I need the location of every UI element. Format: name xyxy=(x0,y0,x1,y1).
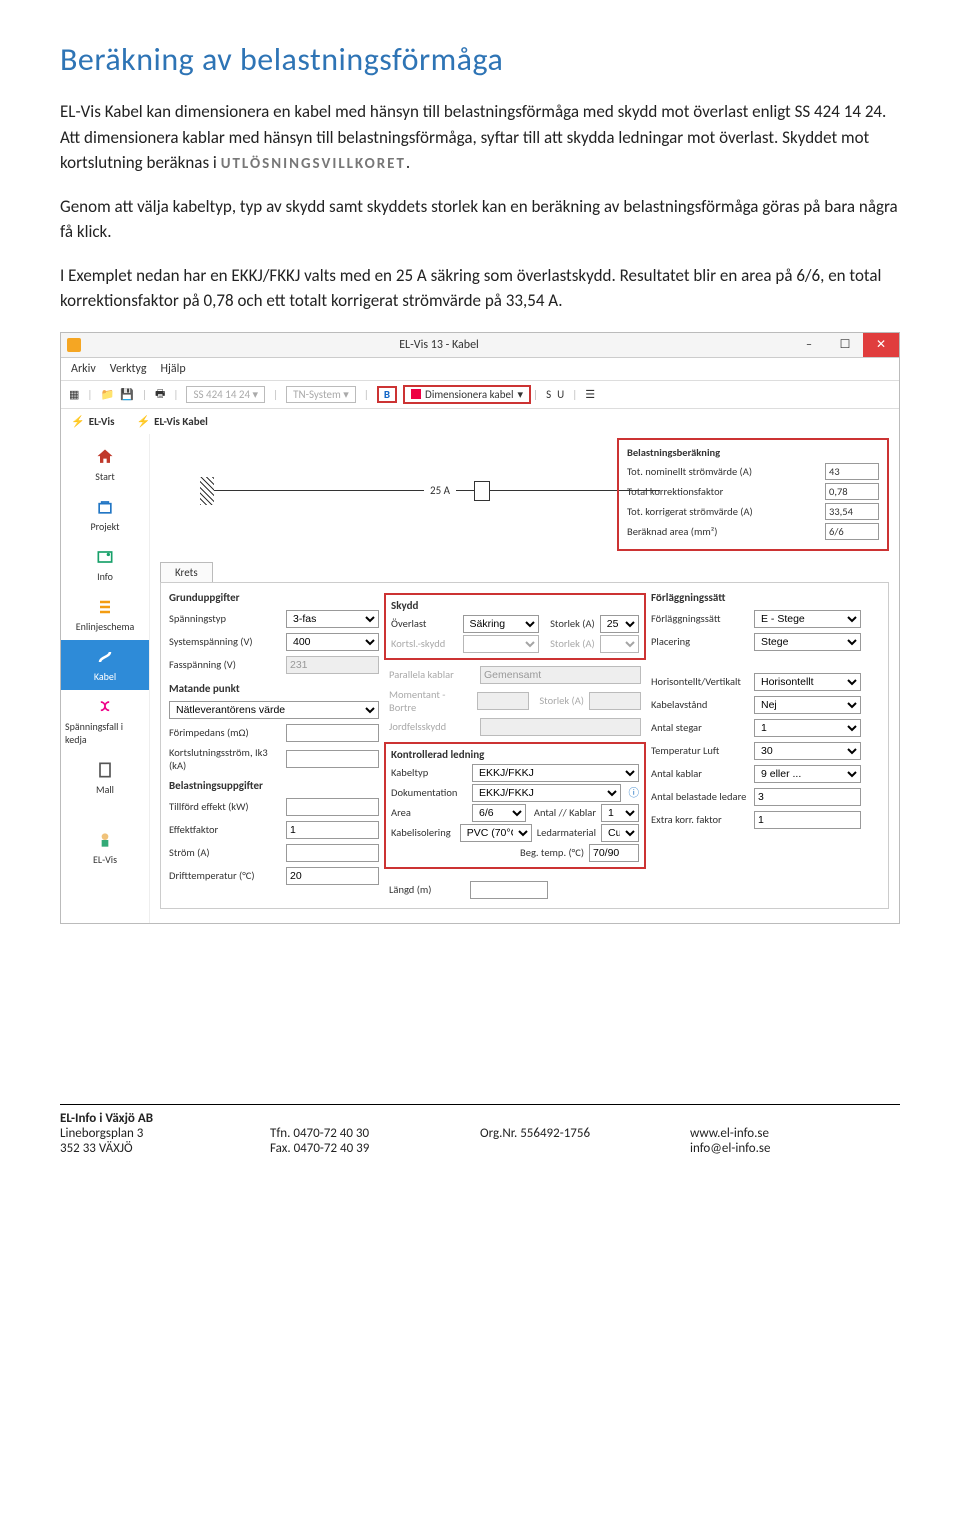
titlebar: EL-Vis 13 - Kabel – ☐ ✕ xyxy=(61,333,899,358)
antalkablar-select[interactable]: 9 eller ... xyxy=(754,765,861,783)
paragraph-3: I Exemplet nedan har en EKKJ/FKKJ valts … xyxy=(60,263,900,314)
nav-enlinjeschema[interactable]: Enlinjeschema xyxy=(61,590,149,640)
isolering-select[interactable]: PVC (70°C) xyxy=(460,824,532,842)
matande-select[interactable]: Nätleverantörens värde xyxy=(169,701,379,719)
paragraph-2: Genom att välja kabeltyp, typ av skydd s… xyxy=(60,194,900,245)
begtemp-input[interactable] xyxy=(589,844,639,862)
ledarmaterial-select[interactable]: Cu xyxy=(601,824,639,842)
forimpedans-input[interactable] xyxy=(286,724,379,742)
overlast-select[interactable]: Säkring xyxy=(463,615,539,633)
drifttemp-input[interactable] xyxy=(286,867,379,885)
toolbar-folder-icon[interactable]: 📁 xyxy=(100,388,114,401)
maximize-button[interactable]: ☐ xyxy=(827,333,863,357)
nav-start[interactable]: Start xyxy=(61,440,149,490)
calc-box: Belastningsberäkning Tot. nominellt strö… xyxy=(617,438,889,551)
area-select[interactable]: 6/6 xyxy=(472,804,526,822)
dokumentation-select[interactable]: EKKJ/FKKJ xyxy=(472,784,621,802)
close-button[interactable]: ✕ xyxy=(863,333,899,357)
extrakorr-input[interactable] xyxy=(754,811,861,829)
antal-select[interactable]: 1 xyxy=(601,804,639,822)
app-icon xyxy=(67,338,81,352)
tab-krets[interactable]: Krets xyxy=(160,562,213,582)
nav-info[interactable]: Info xyxy=(61,540,149,590)
strom-input[interactable] xyxy=(286,844,379,862)
nav-mall[interactable]: Mall xyxy=(61,753,149,803)
paragraph-1: EL-Vis Kabel kan dimensionera en kabel m… xyxy=(60,99,900,176)
kabeltyp-select[interactable]: EKKJ/FKKJ xyxy=(472,764,639,782)
systemspanning-select[interactable]: 400 xyxy=(286,633,379,651)
minimize-button[interactable]: – xyxy=(791,333,827,357)
kortsl-select xyxy=(463,635,539,653)
toolbar-dimensionera[interactable]: Dimensionera kabel ▾ xyxy=(403,385,531,404)
nav-projekt[interactable]: Projekt xyxy=(61,490,149,540)
nav-elvis[interactable]: EL-Vis xyxy=(61,823,149,873)
kortslutningsstrom-input[interactable] xyxy=(286,750,379,768)
window-title: EL-Vis 13 - Kabel xyxy=(87,338,791,352)
toolbar-u[interactable]: U xyxy=(557,388,564,401)
wand-icon xyxy=(411,389,421,399)
toolbar-tn[interactable]: TN-System ▾ xyxy=(286,386,356,403)
pill-elvis-kabel[interactable]: ⚡EL-Vis Kabel xyxy=(136,415,207,428)
menu-hjalp[interactable]: Hjälp xyxy=(160,362,185,376)
toolbar-ss[interactable]: SS 424 14 24 ▾ xyxy=(186,386,265,403)
kabelavstand-select[interactable]: Nej xyxy=(754,696,861,714)
toolbar-save-icon[interactable]: ▦ xyxy=(69,388,79,401)
placering-select[interactable]: Stege xyxy=(754,633,861,651)
toolbar-disk-icon[interactable]: 💾 xyxy=(120,388,134,401)
info-icon[interactable]: ⓘ xyxy=(629,785,640,800)
page-title: Beräkning av belastningsförmåga xyxy=(60,40,900,79)
spanningstyp-select[interactable]: 3-fas xyxy=(286,610,379,628)
left-nav: Start Projekt Info Enlinjeschema Kabel S… xyxy=(61,434,150,923)
effekt-input[interactable] xyxy=(286,798,379,816)
forlaggningssatt-select[interactable]: E - Stege xyxy=(754,610,861,628)
nav-spanningsfall[interactable]: Spänningsfall i kedja xyxy=(61,690,149,753)
langd-input[interactable] xyxy=(470,881,548,899)
hv-select[interactable]: Horisontellt xyxy=(754,673,861,691)
effektfaktor-input[interactable] xyxy=(286,821,379,839)
storlek-select[interactable]: 25 xyxy=(600,615,639,633)
antalledare-input[interactable] xyxy=(754,788,861,806)
fasspanning-input xyxy=(286,656,379,674)
nav-kabel[interactable]: Kabel xyxy=(61,640,149,690)
temperatur-select[interactable]: 30 xyxy=(754,742,861,760)
toolbar-s[interactable]: S xyxy=(546,388,551,401)
app-window: EL-Vis 13 - Kabel – ☐ ✕ Arkiv Verktyg Hj… xyxy=(60,332,900,924)
toolbar-list-icon[interactable]: ☰ xyxy=(585,388,595,401)
toolbar-b-button[interactable]: B xyxy=(377,386,397,403)
toolbar-print-icon[interactable]: 🖶 xyxy=(155,385,165,404)
pill-elvis[interactable]: ⚡EL-Vis xyxy=(71,415,114,428)
menu-verktyg[interactable]: Verktyg xyxy=(110,362,147,376)
page-footer: EL-Info i Växjö AB Lineborgsplan 3352 33… xyxy=(60,1104,900,1156)
stegar-select[interactable]: 1 xyxy=(754,719,861,737)
menu-arkiv[interactable]: Arkiv xyxy=(71,362,96,376)
